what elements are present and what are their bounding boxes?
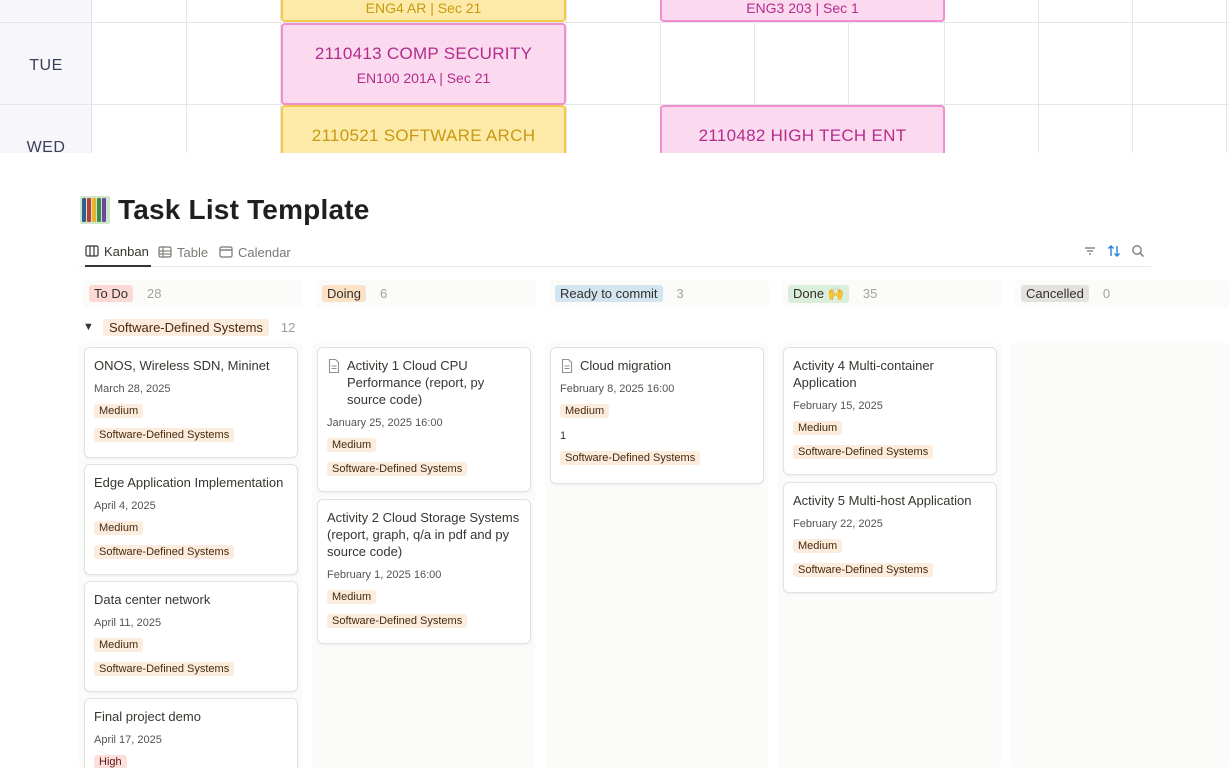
timetable-image: TUE WED ENG4 AR | Sec 21 ENG3 203 | Sec … bbox=[0, 0, 1229, 153]
class-room: EN100 201A | Sec 21 bbox=[356, 70, 491, 86]
class-block: 2110482 HIGH TECH ENT bbox=[660, 105, 945, 153]
class-code: 2110482 HIGH TECH ENT bbox=[698, 126, 907, 145]
page-header: Task List Template bbox=[80, 193, 370, 227]
card-title: Activity 4 Multi-container Application bbox=[793, 358, 934, 390]
card-title: Activity 1 Cloud CPU Performance (report… bbox=[327, 357, 521, 408]
class-block: ENG4 AR | Sec 21 bbox=[281, 0, 566, 22]
page-title[interactable]: Task List Template bbox=[118, 194, 370, 226]
card-title: Cloud migration bbox=[560, 357, 754, 374]
task-card[interactable]: Cloud migration February 8, 2025 16:00 M… bbox=[550, 347, 764, 484]
column-status-pill: Done 🙌 bbox=[788, 284, 849, 303]
task-card[interactable]: Activity 4 Multi-container Application F… bbox=[783, 347, 997, 475]
card-number: 1 bbox=[560, 430, 567, 442]
tab-label: Table bbox=[177, 244, 209, 260]
category-tag: Software-Defined Systems bbox=[327, 462, 468, 476]
class-room: ENG4 AR | Sec 21 bbox=[365, 0, 482, 16]
board-icon bbox=[85, 245, 99, 257]
card-title: Data center network bbox=[94, 592, 211, 607]
card-date: April 4, 2025 bbox=[94, 500, 156, 512]
card-date: February 8, 2025 16:00 bbox=[560, 383, 675, 395]
category-tag: Software-Defined Systems bbox=[94, 545, 235, 559]
timetable-grid bbox=[0, 0, 1229, 153]
priority-tag: Medium bbox=[560, 404, 610, 418]
priority-tag: Medium bbox=[327, 590, 377, 604]
category-tag: Software-Defined Systems bbox=[793, 445, 934, 459]
day-label-tue: TUE bbox=[29, 57, 63, 74]
tab-table[interactable]: Table bbox=[158, 237, 208, 267]
tab-label: Calendar bbox=[238, 244, 291, 260]
class-code: 2110413 COMP SECURITY bbox=[314, 44, 533, 63]
priority-tag: Medium bbox=[327, 438, 377, 452]
card-date: February 22, 2025 bbox=[793, 518, 883, 530]
card-date: April 11, 2025 bbox=[94, 617, 162, 629]
column-count: 28 bbox=[146, 286, 162, 301]
card-title: Activity 5 Multi-host Application bbox=[793, 493, 972, 508]
priority-tag: High bbox=[94, 755, 127, 768]
task-card[interactable]: ONOS, Wireless SDN, Mininet March 28, 20… bbox=[84, 347, 298, 458]
class-block: 2110521 SOFTWARE ARCH bbox=[281, 105, 566, 153]
column-header-cancelled[interactable]: Cancelled 0 bbox=[1015, 280, 1229, 307]
card-date: March 28, 2025 bbox=[94, 383, 171, 395]
card-date: February 1, 2025 16:00 bbox=[327, 569, 442, 581]
card-title: Activity 2 Cloud Storage Systems (report… bbox=[327, 510, 520, 559]
category-tag: Software-Defined Systems bbox=[94, 428, 235, 442]
day-label-wed: WED bbox=[26, 139, 66, 153]
page-icon bbox=[561, 358, 573, 374]
priority-tag: Medium bbox=[793, 539, 843, 553]
task-card[interactable]: Activity 5 Multi-host Application Februa… bbox=[783, 482, 997, 593]
column-status-pill: To Do bbox=[89, 285, 133, 302]
column-count: 3 bbox=[676, 286, 684, 301]
column-header-todo[interactable]: To Do 28 bbox=[83, 280, 303, 307]
card-date: January 25, 2025 16:00 bbox=[327, 417, 443, 429]
class-block: 2110413 COMP SECURITY EN100 201A | Sec 2… bbox=[281, 23, 566, 105]
view-tabs: Kanban Table Calendar bbox=[79, 237, 1151, 267]
tab-calendar[interactable]: Calendar bbox=[219, 237, 291, 267]
calendar-icon bbox=[219, 246, 233, 258]
task-card[interactable]: Edge Application Implementation April 4,… bbox=[84, 464, 298, 575]
column-header-doing[interactable]: Doing 6 bbox=[316, 280, 536, 307]
column-header-done[interactable]: Done 🙌 35 bbox=[782, 280, 1002, 307]
priority-tag: Medium bbox=[94, 638, 144, 652]
column-status-pill: Doing bbox=[322, 285, 366, 302]
tab-kanban[interactable]: Kanban bbox=[85, 237, 151, 267]
task-card[interactable]: Activity 2 Cloud Storage Systems (report… bbox=[317, 499, 531, 644]
books-icon[interactable] bbox=[80, 196, 110, 224]
table-icon bbox=[158, 246, 172, 258]
task-card[interactable]: Final project demo April 17, 2025 High bbox=[84, 698, 298, 768]
page-icon bbox=[328, 358, 340, 374]
column-count: 6 bbox=[379, 286, 388, 301]
column-header-ready[interactable]: Ready to commit 3 bbox=[549, 280, 769, 307]
group-count: 12 bbox=[280, 319, 296, 335]
class-room: ENG3 203 | Sec 1 bbox=[746, 0, 859, 16]
column-status-pill: Cancelled bbox=[1021, 285, 1089, 302]
card-title: ONOS, Wireless SDN, Mininet bbox=[94, 358, 270, 373]
card-title: Final project demo bbox=[94, 709, 201, 724]
task-card[interactable]: Activity 1 Cloud CPU Performance (report… bbox=[317, 347, 531, 492]
sort-icon[interactable] bbox=[1106, 243, 1122, 259]
search-icon[interactable] bbox=[1130, 243, 1146, 259]
tab-label: Kanban bbox=[104, 243, 149, 259]
category-tag: Software-Defined Systems bbox=[560, 451, 701, 465]
task-card[interactable]: Data center network April 11, 2025 Mediu… bbox=[84, 581, 298, 692]
filter-icon[interactable] bbox=[1082, 243, 1098, 259]
category-tag: Software-Defined Systems bbox=[94, 662, 235, 676]
card-date: April 17, 2025 bbox=[94, 734, 162, 746]
priority-tag: Medium bbox=[94, 521, 144, 535]
priority-tag: Medium bbox=[94, 404, 144, 418]
category-tag: Software-Defined Systems bbox=[327, 614, 468, 628]
caret-down-icon[interactable]: ▼ bbox=[83, 321, 95, 333]
card-title: Edge Application Implementation bbox=[94, 475, 284, 490]
group-label: Software-Defined Systems bbox=[103, 318, 269, 336]
card-date: February 15, 2025 bbox=[793, 400, 883, 412]
column-count: 0 bbox=[1102, 286, 1111, 301]
group-header[interactable]: ▼ Software-Defined Systems 12 bbox=[83, 317, 295, 337]
column-body-cancelled bbox=[1011, 343, 1229, 768]
column-count: 35 bbox=[862, 286, 878, 301]
class-code: 2110521 SOFTWARE ARCH bbox=[311, 126, 536, 145]
category-tag: Software-Defined Systems bbox=[793, 563, 934, 577]
column-status-pill: Ready to commit bbox=[555, 285, 663, 302]
class-block: ENG3 203 | Sec 1 bbox=[660, 0, 945, 22]
priority-tag: Medium bbox=[793, 421, 843, 435]
